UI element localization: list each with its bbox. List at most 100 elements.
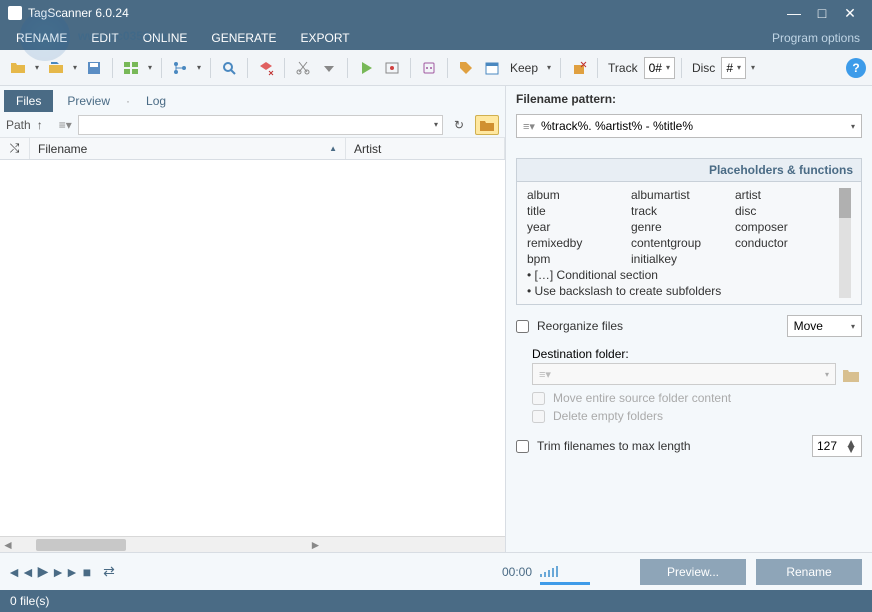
open-folder-dropdown[interactable]: ▾ bbox=[32, 56, 42, 80]
shuffle-column[interactable]: ⤭ bbox=[0, 138, 30, 159]
file-list-pane: Files Preview · Log Path ↑ ≡▾ ▾ ↻ ⤭ File… bbox=[0, 86, 506, 552]
player-bar: ◄◄ ▶ ►► ■ ⇄ 00:00 Preview... Rename bbox=[0, 552, 872, 590]
horizontal-scrollbar[interactable]: ◄ ► bbox=[0, 536, 505, 552]
tab-log[interactable]: Log bbox=[134, 90, 178, 112]
trim-checkbox[interactable] bbox=[516, 440, 529, 453]
artist-column[interactable]: Artist bbox=[346, 138, 505, 159]
track-format-select[interactable]: 0#▾ bbox=[644, 57, 675, 79]
disc-format-select[interactable]: #▾ bbox=[721, 57, 746, 79]
tab-preview[interactable]: Preview bbox=[55, 90, 122, 112]
ph-track[interactable]: track bbox=[631, 204, 731, 218]
keep-dropdown[interactable]: ▾ bbox=[544, 56, 554, 80]
disc-extra-dropdown[interactable]: ▾ bbox=[748, 56, 758, 80]
ph-remixedby[interactable]: remixedby bbox=[527, 236, 627, 250]
trim-length-input[interactable]: 127 ▲▼ bbox=[812, 435, 862, 457]
prev-track-icon[interactable]: ◄◄ bbox=[10, 561, 32, 583]
destination-browse-icon[interactable] bbox=[840, 364, 862, 386]
stop-track-icon[interactable]: ■ bbox=[76, 561, 98, 583]
ph-blank bbox=[735, 252, 835, 266]
toolbar: ▾ ▾ ▾ ▾ Keep ▾ Track 0#▾ Disc #▾ ▾ ? bbox=[0, 50, 872, 86]
cut-icon[interactable] bbox=[291, 56, 315, 80]
ph-composer[interactable]: composer bbox=[735, 220, 835, 234]
down-icon[interactable] bbox=[317, 56, 341, 80]
menu-rename[interactable]: RENAME bbox=[16, 31, 67, 45]
tree-dropdown[interactable]: ▾ bbox=[194, 56, 204, 80]
device-icon[interactable] bbox=[417, 56, 441, 80]
menu-generate[interactable]: GENERATE bbox=[211, 31, 276, 45]
program-options-link[interactable]: Program options bbox=[772, 31, 860, 45]
clear-icon[interactable] bbox=[567, 56, 591, 80]
ph-note-subfolders: • Use backslash to create subfolders bbox=[527, 284, 835, 298]
search-icon[interactable] bbox=[217, 56, 241, 80]
maximize-button[interactable]: □ bbox=[808, 5, 836, 21]
disc-label: Disc bbox=[692, 61, 715, 75]
track-label: Track bbox=[608, 61, 638, 75]
open-file-icon[interactable] bbox=[44, 56, 68, 80]
reorganize-row: Reorganize files Move▾ bbox=[516, 313, 862, 339]
trim-row: Trim filenames to max length 127 ▲▼ bbox=[516, 433, 862, 459]
record-icon[interactable] bbox=[380, 56, 404, 80]
delete-empty-checkbox bbox=[532, 410, 545, 423]
open-file-dropdown[interactable]: ▾ bbox=[70, 56, 80, 80]
placeholders-scrollbar[interactable] bbox=[839, 188, 851, 298]
filename-pattern-input[interactable]: ≡▾ %track%. %artist% - %title% ▾ bbox=[516, 114, 862, 138]
ph-title[interactable]: title bbox=[527, 204, 627, 218]
status-bar: 0 file(s) bbox=[0, 590, 872, 612]
browse-folder-button[interactable] bbox=[475, 115, 499, 135]
destination-folder-label: Destination folder: bbox=[532, 347, 862, 361]
help-button[interactable]: ? bbox=[846, 58, 866, 78]
spin-down-icon[interactable]: ▼ bbox=[845, 446, 857, 452]
delete-empty-label: Delete empty folders bbox=[553, 409, 663, 423]
calendar-icon[interactable] bbox=[480, 56, 504, 80]
view-icon[interactable] bbox=[119, 56, 143, 80]
ph-bpm[interactable]: bpm bbox=[527, 252, 627, 266]
next-track-icon[interactable]: ►► bbox=[54, 561, 76, 583]
filename-pattern-label: Filename pattern: bbox=[516, 92, 862, 106]
volume-indicator[interactable] bbox=[540, 565, 590, 579]
close-button[interactable]: ✕ bbox=[836, 5, 864, 22]
ph-initialkey[interactable]: initialkey bbox=[631, 252, 731, 266]
open-folder-icon[interactable] bbox=[6, 56, 30, 80]
path-row: Path ↑ ≡▾ ▾ ↻ bbox=[0, 112, 505, 138]
menu-online[interactable]: ONLINE bbox=[143, 31, 188, 45]
minimize-button[interactable]: — bbox=[780, 5, 808, 21]
ph-contentgroup[interactable]: contentgroup bbox=[631, 236, 731, 250]
up-folder-icon[interactable]: ↑ bbox=[37, 118, 53, 132]
placeholders-header: Placeholders & functions bbox=[517, 159, 861, 182]
ph-disc[interactable]: disc bbox=[735, 204, 835, 218]
preview-button[interactable]: Preview... bbox=[640, 559, 746, 585]
reorganize-mode-select[interactable]: Move▾ bbox=[787, 315, 862, 337]
repeat-icon[interactable]: ⇄ bbox=[98, 561, 120, 583]
view-dropdown[interactable]: ▾ bbox=[145, 56, 155, 80]
ph-album[interactable]: album bbox=[527, 188, 627, 202]
ph-artist[interactable]: artist bbox=[735, 188, 835, 202]
ph-genre[interactable]: genre bbox=[631, 220, 731, 234]
save-icon[interactable] bbox=[82, 56, 106, 80]
ph-note-conditional: • […] Conditional section bbox=[527, 268, 835, 282]
menu-edit[interactable]: EDIT bbox=[91, 31, 118, 45]
ph-year[interactable]: year bbox=[527, 220, 627, 234]
scroll-left-icon[interactable]: ◄ bbox=[0, 538, 16, 552]
tab-files[interactable]: Files bbox=[4, 90, 53, 112]
rename-button[interactable]: Rename bbox=[756, 559, 862, 585]
path-mode-icon[interactable]: ≡▾ bbox=[59, 118, 72, 132]
tree-icon[interactable] bbox=[168, 56, 192, 80]
ph-conductor[interactable]: conductor bbox=[735, 236, 835, 250]
tab-separator: · bbox=[124, 90, 132, 112]
grid-header: ⤭ Filename▲ Artist bbox=[0, 138, 505, 160]
sort-indicator-icon: ▲ bbox=[329, 144, 337, 153]
grid-body[interactable] bbox=[0, 160, 505, 536]
play-icon[interactable] bbox=[354, 56, 378, 80]
app-icon bbox=[8, 6, 22, 20]
tag-icon[interactable] bbox=[454, 56, 478, 80]
path-input[interactable]: ▾ bbox=[78, 115, 443, 135]
destination-folder-input[interactable]: ≡▾▾ bbox=[532, 363, 836, 385]
filename-column[interactable]: Filename▲ bbox=[30, 138, 346, 159]
refresh-icon[interactable]: ↻ bbox=[449, 118, 469, 132]
ph-albumartist[interactable]: albumartist bbox=[631, 188, 731, 202]
move-entire-label: Move entire source folder content bbox=[553, 391, 731, 405]
menu-export[interactable]: EXPORT bbox=[301, 31, 350, 45]
scroll-thumb[interactable] bbox=[36, 539, 126, 551]
reorganize-checkbox[interactable] bbox=[516, 320, 529, 333]
remove-tag-icon[interactable] bbox=[254, 56, 278, 80]
